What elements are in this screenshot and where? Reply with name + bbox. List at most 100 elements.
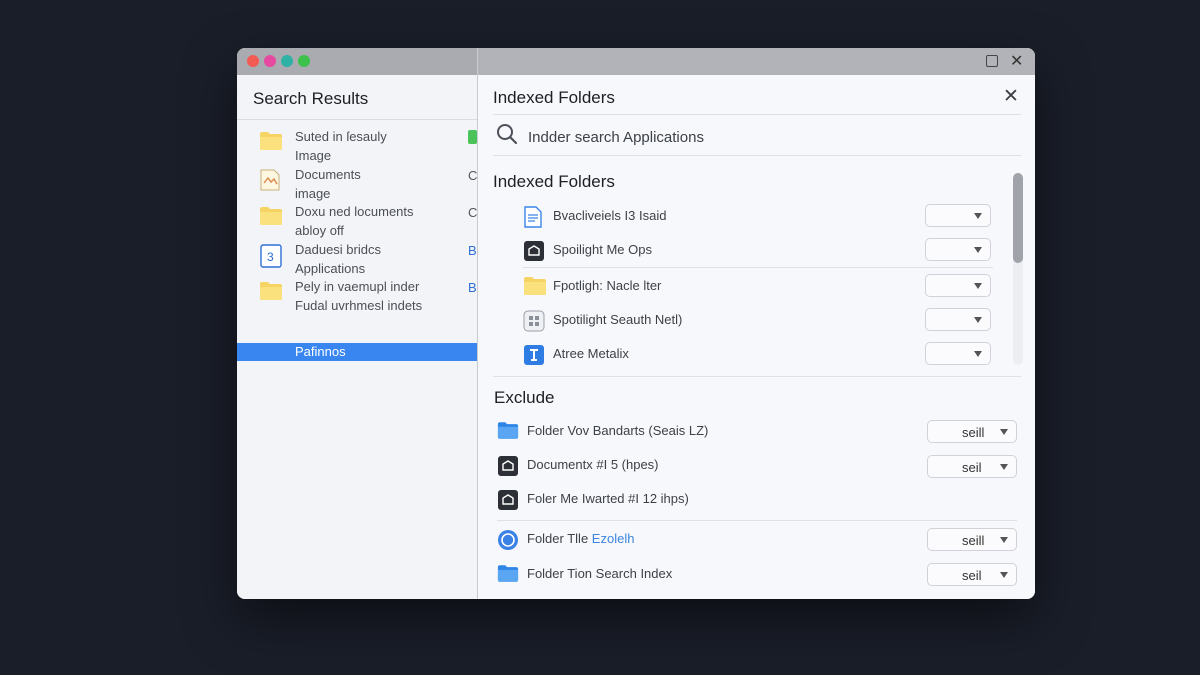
result-subtitle: Fudal uvrhmesl indets bbox=[295, 298, 423, 313]
exclude-folder-label: Folder Tion Search Index bbox=[527, 566, 673, 581]
dropdown-value: seill bbox=[962, 425, 985, 440]
folder-icon bbox=[259, 131, 283, 151]
indexed-folder-row[interactable]: Spotilight Seauth Netl) bbox=[523, 305, 993, 335]
app-dark-icon bbox=[523, 240, 545, 262]
zoom-window-button[interactable] bbox=[281, 55, 293, 67]
indexed-folder-row[interactable]: Bvacliveiels I3 Isaid bbox=[523, 201, 993, 231]
folder-icon bbox=[259, 281, 283, 301]
chevron-down-icon bbox=[974, 247, 982, 253]
maximize-square-icon[interactable] bbox=[986, 55, 998, 67]
exclude-folder-label: Foler Me Iwarted #I 12 ihps) bbox=[527, 491, 689, 506]
selected-result-row[interactable]: Pafinnos bbox=[237, 343, 477, 361]
exclude-heading: Exclude bbox=[494, 388, 555, 407]
result-item[interactable]: Pely in vaemupl inder Fudal uvrhmesl ind… bbox=[237, 277, 477, 315]
svg-text:3: 3 bbox=[267, 250, 274, 264]
indexed-option-dropdown[interactable] bbox=[925, 204, 991, 227]
result-subtitle: Image bbox=[295, 148, 332, 163]
circle-app-icon bbox=[497, 529, 519, 551]
status-marker bbox=[468, 130, 477, 144]
divider bbox=[493, 114, 1021, 115]
result-title: Pely in vaemupl inder bbox=[295, 279, 420, 294]
chevron-down-icon bbox=[974, 283, 982, 289]
dropdown-value: seil bbox=[962, 460, 982, 475]
indexed-option-dropdown[interactable] bbox=[925, 308, 991, 331]
divider bbox=[493, 155, 1021, 156]
search-results-title: Search Results bbox=[253, 89, 369, 108]
result-item[interactable]: Documents image C bbox=[237, 165, 477, 203]
chevron-down-icon bbox=[1000, 572, 1008, 578]
result-item[interactable]: Doxu ned locuments abloy off C bbox=[237, 202, 477, 240]
exclude-folder-row[interactable]: Documentx #I 5 (hpes) bbox=[497, 450, 997, 480]
search-icon bbox=[497, 124, 518, 145]
exclude-option-dropdown[interactable]: seill bbox=[927, 420, 1017, 443]
chevron-down-icon bbox=[1000, 537, 1008, 543]
selected-result-label: Pafinnos bbox=[295, 344, 346, 359]
result-edge-label: C bbox=[468, 205, 478, 220]
window-controls bbox=[247, 55, 310, 67]
blue-folder-icon bbox=[497, 421, 519, 440]
close-window-button[interactable] bbox=[247, 55, 259, 67]
search-input[interactable] bbox=[528, 126, 988, 148]
panel-titlebar[interactable]: ✕ bbox=[478, 48, 1035, 75]
result-item[interactable]: 3 Daduesi bridcs Applications B bbox=[237, 240, 477, 278]
grid-app-icon bbox=[523, 310, 545, 332]
search-results-list: Suted in ſesauly Image Documents image C… bbox=[237, 127, 477, 315]
result-title: Daduesi bridcs bbox=[295, 241, 381, 257]
folder-icon bbox=[523, 276, 547, 296]
result-subtitle: image bbox=[295, 185, 331, 201]
indexed-option-dropdown[interactable] bbox=[925, 342, 991, 365]
close-icon[interactable]: ✕ bbox=[1010, 51, 1023, 71]
indexed-folder-label: Spoilight Me Ops bbox=[553, 242, 652, 257]
exclude-option-dropdown[interactable]: seil bbox=[927, 455, 1017, 478]
indexed-folder-row[interactable]: Fpotligh: Nacle lter bbox=[523, 271, 993, 301]
exclude-folder-label: Folder Vov Bandarts (Seais LZ) bbox=[527, 423, 709, 438]
result-item[interactable]: Suted in ſesauly Image bbox=[237, 127, 477, 165]
result-edge-label: B bbox=[468, 280, 477, 295]
indexed-folder-label: Bvacliveiels I3 Isaid bbox=[553, 208, 667, 223]
divider bbox=[493, 376, 1021, 377]
minimize-window-button[interactable] bbox=[264, 55, 276, 67]
scrollbar-thumb[interactable] bbox=[1013, 173, 1023, 263]
exclude-folder-row[interactable]: Folder Tion Search Index bbox=[497, 559, 997, 589]
fullscreen-window-button[interactable] bbox=[298, 55, 310, 67]
exclude-folder-row[interactable]: Foler Me Iwarted #I 12 ihps) bbox=[497, 484, 997, 514]
indexed-folder-label: Fpotligh: Nacle lter bbox=[553, 278, 662, 293]
divider bbox=[237, 119, 477, 120]
divider bbox=[523, 267, 993, 268]
result-title: Documents bbox=[295, 166, 361, 182]
blue-folder-icon bbox=[497, 564, 519, 583]
result-title: Suted in ſesauly bbox=[295, 129, 387, 144]
indexed-folders-heading: Indexed Folders bbox=[493, 172, 615, 191]
exclude-folder-row[interactable]: Folder Tlle Ezolelh bbox=[497, 524, 997, 554]
exclude-folder-label: Folder Tlle Ezolelh bbox=[527, 531, 634, 546]
document-image-icon bbox=[260, 169, 280, 190]
dropdown-value: seil bbox=[962, 568, 982, 583]
chevron-down-icon bbox=[974, 351, 982, 357]
exclude-folder-link[interactable]: Ezolelh bbox=[592, 531, 635, 546]
chevron-down-icon bbox=[974, 213, 982, 219]
close-icon[interactable]: ✕ bbox=[1003, 85, 1019, 108]
indexed-folders-panel: ✕ Indexed Folders ✕ Indexed Folders Bvac… bbox=[477, 48, 1035, 599]
indexed-option-dropdown[interactable] bbox=[925, 274, 991, 297]
indexed-folder-row[interactable]: Spoilight Me Ops bbox=[523, 235, 993, 265]
exclude-option-dropdown[interactable]: seil bbox=[927, 563, 1017, 586]
exclude-folder-label-text: Folder Tlle bbox=[527, 531, 592, 546]
indexed-folder-row[interactable]: Atree Metalix bbox=[523, 339, 993, 369]
document-icon bbox=[523, 206, 543, 228]
result-title: Doxu ned locuments bbox=[295, 204, 414, 219]
exclude-option-dropdown[interactable]: seill bbox=[927, 528, 1017, 551]
indexed-option-dropdown[interactable] bbox=[925, 238, 991, 261]
app-dark-icon bbox=[497, 489, 519, 511]
chevron-down-icon bbox=[1000, 464, 1008, 470]
app-icon: 3 bbox=[260, 243, 282, 268]
indexed-folder-label: Spotilight Seauth Netl) bbox=[553, 312, 683, 327]
blue-app-icon bbox=[523, 344, 545, 366]
exclude-folder-row[interactable]: Folder Vov Bandarts (Seais LZ) bbox=[497, 416, 997, 446]
result-edge-label: C bbox=[468, 167, 478, 183]
result-subtitle: Applications bbox=[295, 260, 366, 276]
search-results-pane: Search Results Suted in ſesauly Image Do… bbox=[237, 75, 477, 599]
chevron-down-icon bbox=[1000, 429, 1008, 435]
chevron-down-icon bbox=[974, 317, 982, 323]
result-edge-label: B bbox=[468, 242, 477, 258]
panel-title: Indexed Folders bbox=[493, 88, 615, 107]
